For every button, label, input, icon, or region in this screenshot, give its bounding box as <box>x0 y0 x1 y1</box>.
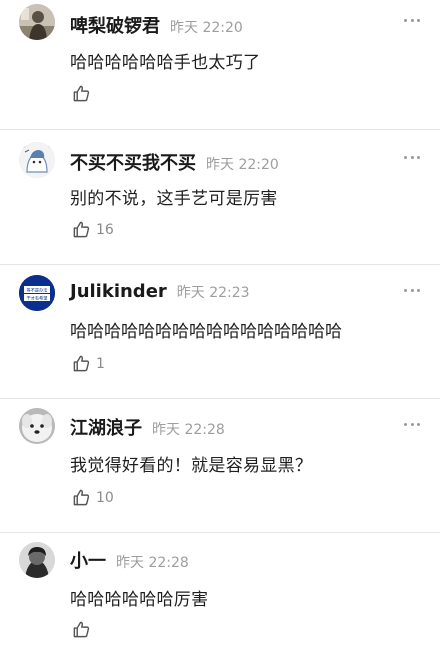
timestamp: 昨天 22:28 <box>116 555 189 571</box>
comment-header: 小一 昨天 22:28 <box>70 547 189 573</box>
avatar[interactable]: 等不是办法 干才有希望 <box>19 275 55 311</box>
thumbs-up-icon <box>73 489 90 506</box>
thumbs-up-icon <box>73 355 90 372</box>
like-button[interactable] <box>72 84 96 103</box>
like-count: 10 <box>96 489 114 506</box>
comment-text: 哈哈哈哈哈哈手也太巧了 <box>70 53 261 73</box>
avatar-text-line-2: 干才有希望 <box>27 295 48 302</box>
like-button[interactable]: 10 <box>72 488 114 507</box>
comment-header: 不买不买我不买 昨天 22:20 <box>70 149 279 175</box>
comment-header: Julikinder 昨天 22:23 <box>70 281 250 305</box>
comment-list: 啤梨破锣君 昨天 22:20 哈哈哈哈哈哈手也太巧了 不买不买我不买 昨天 22… <box>0 0 440 652</box>
avatar[interactable] <box>19 4 55 40</box>
more-options-icon[interactable] <box>404 17 420 23</box>
avatar[interactable] <box>19 142 55 178</box>
comment-item: 小一 昨天 22:28 哈哈哈哈哈哈厉害 <box>0 533 440 652</box>
username[interactable]: 小一 <box>70 547 106 573</box>
more-options-icon[interactable] <box>404 287 420 293</box>
more-options-icon[interactable] <box>404 154 420 160</box>
thumbs-up-icon <box>73 621 90 638</box>
username[interactable]: 江湖浪子 <box>70 414 142 440</box>
more-options-icon[interactable] <box>404 421 420 427</box>
avatar[interactable] <box>19 542 55 578</box>
avatar-text-line-1: 等不是办法 <box>27 287 48 294</box>
comment-item: 啤梨破锣君 昨天 22:20 哈哈哈哈哈哈手也太巧了 <box>0 0 440 130</box>
like-button[interactable]: 16 <box>72 220 114 239</box>
timestamp: 昨天 22:28 <box>152 422 225 438</box>
comment-item: 江湖浪子 昨天 22:28 我觉得好看的！就是容易显黑？ 10 <box>0 399 440 533</box>
comment-item: 等不是办法 干才有希望 Julikinder 昨天 22:23 哈哈哈哈哈哈哈哈… <box>0 265 440 399</box>
comment-text: 哈哈哈哈哈哈厉害 <box>70 590 209 610</box>
username[interactable]: 啤梨破锣君 <box>70 12 160 38</box>
comment-text: 哈哈哈哈哈哈哈哈哈哈哈哈哈哈哈哈 <box>70 322 342 342</box>
like-count: 16 <box>96 221 114 238</box>
thumbs-up-icon <box>73 221 90 238</box>
comment-header: 江湖浪子 昨天 22:28 <box>70 414 225 440</box>
comment-item: 不买不买我不买 昨天 22:20 别的不说，这手艺可是厉害 16 <box>0 130 440 265</box>
like-button[interactable]: 1 <box>72 354 105 373</box>
comment-header: 啤梨破锣君 昨天 22:20 <box>70 12 243 38</box>
like-count: 1 <box>96 355 105 372</box>
timestamp: 昨天 22:23 <box>176 285 250 301</box>
timestamp: 昨天 22:20 <box>206 157 279 173</box>
username[interactable]: 不买不买我不买 <box>70 149 196 175</box>
like-button[interactable] <box>72 620 96 639</box>
avatar[interactable] <box>19 408 55 444</box>
timestamp: 昨天 22:20 <box>170 20 243 36</box>
comment-text: 我觉得好看的！就是容易显黑？ <box>70 456 313 476</box>
comment-text: 别的不说，这手艺可是厉害 <box>70 189 278 209</box>
thumbs-up-icon <box>73 85 90 102</box>
username[interactable]: Julikinder <box>70 281 167 302</box>
